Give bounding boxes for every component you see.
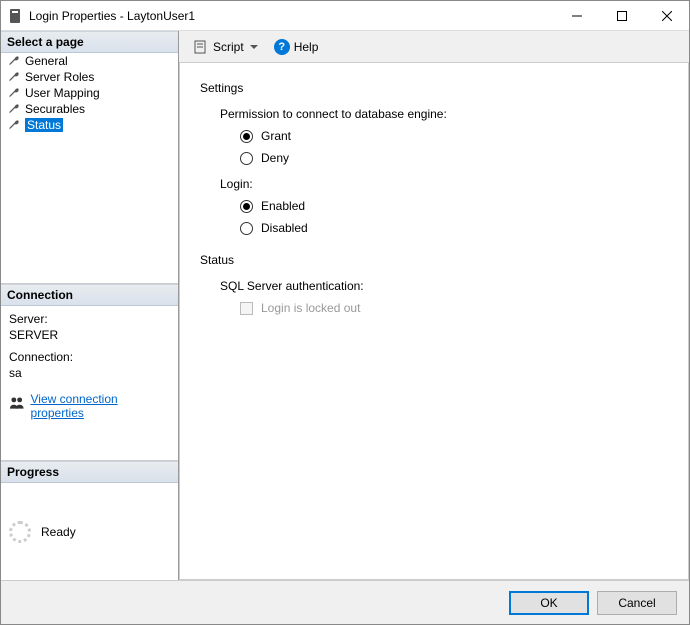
sidebar: Select a page General Server Roles User … xyxy=(1,31,179,580)
page-item-user-mapping[interactable]: User Mapping xyxy=(1,85,178,101)
help-icon: ? xyxy=(274,39,290,55)
page-list: General Server Roles User Mapping Secura… xyxy=(1,53,178,284)
progress-spinner-icon xyxy=(9,521,31,543)
main-panel: Script ? Help Settings Permission to con… xyxy=(179,31,689,580)
radio-icon xyxy=(240,152,253,165)
page-item-general[interactable]: General xyxy=(1,53,178,69)
content-panel: Settings Permission to connect to databa… xyxy=(179,63,689,580)
wrench-icon xyxy=(7,54,21,68)
view-connection-properties-link[interactable]: View connection properties xyxy=(31,392,170,420)
script-label: Script xyxy=(213,40,244,54)
deny-radio[interactable]: Deny xyxy=(240,151,668,165)
radio-icon xyxy=(240,200,253,213)
minimize-button[interactable] xyxy=(554,1,599,30)
help-label: Help xyxy=(294,40,319,54)
script-button[interactable]: Script xyxy=(189,37,266,57)
grant-radio[interactable]: Grant xyxy=(240,129,668,143)
page-label: Securables xyxy=(25,102,85,116)
page-label: User Mapping xyxy=(25,86,100,100)
page-item-securables[interactable]: Securables xyxy=(1,101,178,117)
chevron-down-icon xyxy=(250,45,258,49)
close-button[interactable] xyxy=(644,1,689,30)
disabled-radio[interactable]: Disabled xyxy=(240,221,668,235)
disabled-label: Disabled xyxy=(261,221,308,235)
footer: OK Cancel xyxy=(1,580,689,624)
settings-header: Settings xyxy=(200,81,668,95)
connection-panel: Server: SERVER Connection: sa View conne… xyxy=(1,306,178,461)
login-properties-window: Login Properties - LaytonUser1 Select a … xyxy=(0,0,690,625)
radio-icon xyxy=(240,222,253,235)
deny-label: Deny xyxy=(261,151,289,165)
progress-status: Ready xyxy=(41,525,76,539)
enabled-label: Enabled xyxy=(261,199,305,213)
sql-auth-label: SQL Server authentication: xyxy=(220,279,668,293)
titlebar: Login Properties - LaytonUser1 xyxy=(1,1,689,31)
connection-value: sa xyxy=(9,366,170,380)
enabled-radio[interactable]: Enabled xyxy=(240,199,668,213)
wrench-icon xyxy=(7,70,21,84)
connection-label: Connection: xyxy=(9,350,170,364)
cancel-button[interactable]: Cancel xyxy=(597,591,677,615)
wrench-icon xyxy=(7,102,21,116)
page-item-server-roles[interactable]: Server Roles xyxy=(1,69,178,85)
wrench-icon xyxy=(7,118,21,132)
status-header: Status xyxy=(200,253,668,267)
progress-header: Progress xyxy=(1,461,178,483)
page-label: Server Roles xyxy=(25,70,94,84)
page-label: Status xyxy=(25,118,63,132)
login-label: Login: xyxy=(220,177,668,191)
toolbar: Script ? Help xyxy=(179,31,689,63)
select-page-header: Select a page xyxy=(1,31,178,53)
radio-icon xyxy=(240,130,253,143)
page-label: General xyxy=(25,54,68,68)
server-value: SERVER xyxy=(9,328,170,342)
permission-label: Permission to connect to database engine… xyxy=(220,107,668,121)
ok-button[interactable]: OK xyxy=(509,591,589,615)
window-title: Login Properties - LaytonUser1 xyxy=(29,9,195,23)
maximize-button[interactable] xyxy=(599,1,644,30)
help-button[interactable]: ? Help xyxy=(270,37,323,57)
wrench-icon xyxy=(7,86,21,100)
people-icon xyxy=(9,396,25,410)
app-icon xyxy=(7,8,23,24)
checkbox-icon xyxy=(240,302,253,315)
script-icon xyxy=(193,39,209,55)
locked-out-label: Login is locked out xyxy=(261,301,360,315)
progress-panel: Ready xyxy=(1,483,178,580)
grant-label: Grant xyxy=(261,129,291,143)
locked-out-checkbox: Login is locked out xyxy=(240,301,668,315)
server-label: Server: xyxy=(9,312,170,326)
connection-header: Connection xyxy=(1,284,178,306)
page-item-status[interactable]: Status xyxy=(1,117,178,133)
